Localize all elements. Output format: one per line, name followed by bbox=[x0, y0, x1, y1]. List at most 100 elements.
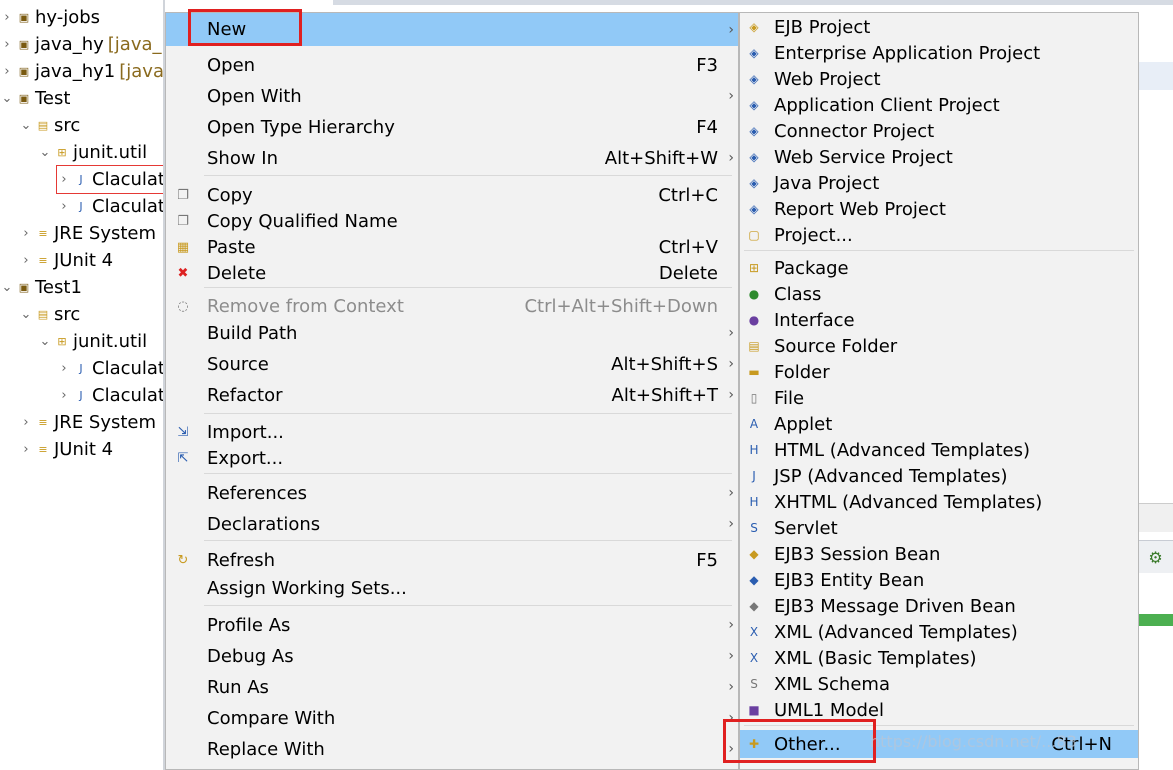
tree-item[interactable]: › ▣ java_hy1[java_ bbox=[0, 58, 165, 85]
tree-item-label: src bbox=[54, 304, 81, 325]
xml-basic-icon: X bbox=[749, 651, 759, 665]
tree-item-icon: ▣ bbox=[16, 91, 32, 107]
tree-item[interactable]: › ▣ hy-jobs bbox=[0, 4, 100, 31]
context-menu-item[interactable]: ⇱ Export... bbox=[166, 445, 738, 471]
context-menu-item[interactable]: Refactor Alt+Shift+T › bbox=[166, 381, 738, 409]
library-icon: ≡ bbox=[38, 254, 48, 267]
context-menu-item[interactable]: ❐ Copy Qualified Name bbox=[166, 208, 738, 234]
new-submenu-item[interactable]: ◆ EJB3 Entity Bean bbox=[740, 567, 1138, 593]
chevron-right-icon[interactable]: › bbox=[57, 172, 71, 187]
new-submenu: ◈ EJB Project ◈ Enterprise Application Proj… bbox=[739, 12, 1139, 770]
chevron-right-icon[interactable]: › bbox=[19, 442, 33, 457]
submenu-item-icon: ▢ bbox=[745, 226, 763, 244]
chevron-down-icon[interactable]: ⌄ bbox=[0, 280, 14, 295]
chevron-right-icon[interactable]: › bbox=[57, 361, 71, 376]
chevron-down-icon[interactable]: ⌄ bbox=[0, 91, 14, 106]
new-submenu-item[interactable]: ● Class bbox=[740, 281, 1138, 307]
context-menu-item[interactable]: ▦ Paste Ctrl+V bbox=[166, 234, 738, 260]
new-submenu-item[interactable]: ◈ Report Web Project bbox=[740, 196, 1138, 222]
new-submenu-item[interactable]: ◈ Application Client Project bbox=[740, 92, 1138, 118]
tree-item[interactable]: ⌄ ▤ src bbox=[19, 301, 81, 328]
context-menu-item[interactable]: References › bbox=[166, 479, 738, 507]
new-submenu-item[interactable]: H XHTML (Advanced Templates) bbox=[740, 489, 1138, 515]
project-icon: ▣ bbox=[18, 92, 30, 105]
new-submenu-item[interactable]: ▤ Source Folder bbox=[740, 333, 1138, 359]
context-menu-item[interactable]: Open Type Hierarchy F4 bbox=[166, 113, 738, 141]
tree-item[interactable]: › J Claculate bbox=[57, 193, 165, 220]
interface-icon: ● bbox=[748, 313, 760, 327]
context-menu-item[interactable]: Declarations › bbox=[166, 510, 738, 538]
tree-item[interactable]: ⌄ ▤ src bbox=[19, 112, 81, 139]
tree-item[interactable]: › ▣ java_hy[java_hy bbox=[0, 31, 165, 58]
chevron-right-icon[interactable]: › bbox=[19, 253, 33, 268]
chevron-right-icon[interactable]: › bbox=[57, 199, 71, 214]
new-submenu-item[interactable]: J JSP (Advanced Templates) bbox=[740, 463, 1138, 489]
context-menu-item[interactable]: Build Path › bbox=[166, 319, 738, 347]
context-menu-item[interactable]: Show In Alt+Shift+W › bbox=[166, 144, 738, 172]
new-submenu-item[interactable]: ◈ Java Project bbox=[740, 170, 1138, 196]
context-menu-item[interactable]: New › bbox=[166, 13, 738, 46]
context-menu-item[interactable]: Assign Working Sets... bbox=[166, 575, 738, 601]
new-submenu-item[interactable]: ◈ Web Service Project bbox=[740, 144, 1138, 170]
import-icon: ⇲ bbox=[177, 424, 189, 440]
new-submenu-item[interactable]: ⊞ Package bbox=[740, 255, 1138, 281]
tree-item[interactable]: ⌄ ▣ Test bbox=[0, 85, 71, 112]
new-submenu-item[interactable]: X XML (Advanced Templates) bbox=[740, 619, 1138, 645]
tree-item[interactable]: › ≡ JRE System L bbox=[19, 409, 165, 436]
menu-item-label: Declarations bbox=[207, 513, 321, 535]
tree-item[interactable]: › J Claculate bbox=[55, 165, 165, 194]
context-menu-item[interactable]: Debug As › bbox=[166, 642, 738, 670]
debug-icon[interactable]: ⚙ bbox=[1148, 548, 1162, 567]
context-menu-item[interactable]: Replace With › bbox=[166, 735, 738, 763]
new-submenu-item[interactable]: S XML Schema bbox=[740, 671, 1138, 697]
new-submenu-item[interactable]: ◆ EJB3 Message Driven Bean bbox=[740, 593, 1138, 619]
context-menu-item[interactable]: ❐ Copy Ctrl+C bbox=[166, 182, 738, 208]
tree-item[interactable]: › ≡ JUnit 4 bbox=[19, 436, 113, 463]
console-tab-bar[interactable]: ⚙ bbox=[1138, 540, 1173, 573]
context-menu-item[interactable]: Open F3 bbox=[166, 51, 738, 79]
context-menu-item[interactable]: Compare With › bbox=[166, 704, 738, 732]
submenu-item-label: Folder bbox=[774, 361, 830, 383]
tree-item[interactable]: ⌄ ⊞ junit.util bbox=[38, 139, 148, 166]
chevron-right-icon[interactable]: › bbox=[19, 415, 33, 430]
chevron-right-icon[interactable]: › bbox=[0, 10, 14, 25]
context-menu-item[interactable]: Profile As › bbox=[166, 611, 738, 639]
new-submenu-item[interactable]: S Servlet bbox=[740, 515, 1138, 541]
context-menu-item[interactable]: Run As › bbox=[166, 673, 738, 701]
new-submenu-item[interactable]: ◈ Connector Project bbox=[740, 118, 1138, 144]
new-submenu-item[interactable]: H HTML (Advanced Templates) bbox=[740, 437, 1138, 463]
chevron-right-icon[interactable]: › bbox=[57, 388, 71, 403]
new-submenu-item[interactable]: ● Interface bbox=[740, 307, 1138, 333]
chevron-down-icon[interactable]: ⌄ bbox=[19, 307, 33, 322]
submenu-item-label: EJB3 Session Bean bbox=[774, 543, 941, 565]
tree-item[interactable]: › J Claculate bbox=[57, 355, 165, 382]
tree-item[interactable]: ⌄ ⊞ junit.util bbox=[38, 328, 148, 355]
new-submenu-item[interactable]: X XML (Basic Templates) bbox=[740, 645, 1138, 671]
chevron-right-icon[interactable]: › bbox=[19, 226, 33, 241]
context-menu-item[interactable]: ↻ Refresh F5 bbox=[166, 547, 738, 573]
context-menu-item[interactable]: Open With › bbox=[166, 82, 738, 110]
chevron-down-icon[interactable]: ⌄ bbox=[38, 145, 52, 160]
new-submenu-item[interactable]: ▯ File bbox=[740, 385, 1138, 411]
new-submenu-item[interactable]: ▢ Project... bbox=[740, 222, 1138, 248]
context-menu-item[interactable]: ⇲ Import... bbox=[166, 419, 738, 445]
tree-item[interactable]: › J Claculate bbox=[57, 382, 165, 409]
tree-item[interactable]: › ≡ JUnit 4 bbox=[19, 247, 113, 274]
tree-item[interactable]: › ≡ JRE System L bbox=[19, 220, 165, 247]
submenu-item-icon: X bbox=[745, 623, 763, 641]
tree-item[interactable]: ⌄ ▣ Test1 bbox=[0, 274, 82, 301]
chevron-down-icon[interactable]: ⌄ bbox=[38, 334, 52, 349]
new-submenu-item[interactable]: ◈ EJB Project bbox=[740, 14, 1138, 40]
new-submenu-item[interactable]: ■ UML1 Model bbox=[740, 697, 1138, 723]
new-submenu-item[interactable]: ▬ Folder bbox=[740, 359, 1138, 385]
context-menu-item[interactable]: Source Alt+Shift+S › bbox=[166, 350, 738, 378]
chevron-right-icon[interactable]: › bbox=[0, 64, 14, 79]
new-submenu-item[interactable]: ◈ Web Project bbox=[740, 66, 1138, 92]
new-submenu-item[interactable]: ◆ EJB3 Session Bean bbox=[740, 541, 1138, 567]
new-submenu-item[interactable]: A Applet bbox=[740, 411, 1138, 437]
chevron-down-icon[interactable]: ⌄ bbox=[19, 118, 33, 133]
new-submenu-item[interactable]: ◈ Enterprise Application Project bbox=[740, 40, 1138, 66]
context-menu-item[interactable]: ✖ Delete Delete bbox=[166, 260, 738, 286]
menu-item-label: Paste bbox=[207, 236, 256, 258]
chevron-right-icon[interactable]: › bbox=[0, 37, 14, 52]
